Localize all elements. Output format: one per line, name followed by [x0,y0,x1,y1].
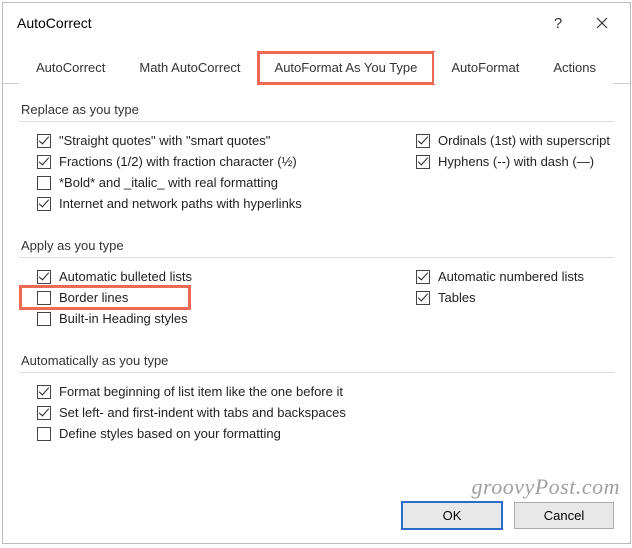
chk-ordinals[interactable]: Ordinals (1st) with superscript [416,130,614,151]
checkbox-icon [37,155,51,169]
ok-button[interactable]: OK [402,502,502,529]
checkbox-icon [416,155,430,169]
tab-actions[interactable]: Actions [536,52,613,84]
divider [19,372,614,373]
chk-hyperlinks[interactable]: Internet and network paths with hyperlin… [19,193,416,214]
section-auto-title: Automatically as you type [21,353,614,368]
checkbox-icon [416,270,430,284]
help-button[interactable]: ? [536,8,580,38]
chk-bulleted-lists[interactable]: Automatic bulleted lists [19,266,416,287]
tab-content: Replace as you type "Straight quotes" wi… [3,84,630,490]
chk-set-indent[interactable]: Set left- and first-indent with tabs and… [19,402,614,423]
tab-autoformat-as-you-type[interactable]: AutoFormat As You Type [258,52,435,84]
chk-bold-italic[interactable]: *Bold* and _italic_ with real formatting [19,172,416,193]
chk-define-styles[interactable]: Define styles based on your formatting [19,423,614,444]
checkbox-icon [37,176,51,190]
checkbox-icon [37,197,51,211]
section-replace-title: Replace as you type [21,102,614,117]
autocorrect-dialog: AutoCorrect ? AutoCorrect Math AutoCorre… [2,2,631,544]
checkbox-icon [37,291,51,305]
chk-fractions[interactable]: Fractions (1/2) with fraction character … [19,151,416,172]
checkbox-icon [416,291,430,305]
cancel-button[interactable]: Cancel [514,502,614,529]
chk-straight-quotes[interactable]: "Straight quotes" with "smart quotes" [19,130,416,151]
section-apply-title: Apply as you type [21,238,614,253]
window-title: AutoCorrect [17,15,536,31]
checkbox-icon [37,385,51,399]
chk-heading-styles[interactable]: Built-in Heading styles [19,308,416,329]
chk-border-lines[interactable]: Border lines [21,287,189,308]
close-button[interactable] [580,8,624,38]
tab-autocorrect[interactable]: AutoCorrect [19,52,122,84]
tab-strip: AutoCorrect Math AutoCorrect AutoFormat … [3,43,630,84]
tab-autoformat[interactable]: AutoFormat [434,52,536,84]
chk-tables[interactable]: Tables [416,287,614,308]
title-bar: AutoCorrect ? [3,3,630,43]
checkbox-icon [37,427,51,441]
chk-numbered-lists[interactable]: Automatic numbered lists [416,266,614,287]
checkbox-icon [416,134,430,148]
button-row: OK Cancel [3,490,630,543]
chk-format-beginning[interactable]: Format beginning of list item like the o… [19,381,614,402]
divider [19,257,614,258]
chk-hyphens[interactable]: Hyphens (--) with dash (—) [416,151,614,172]
checkbox-icon [37,270,51,284]
checkbox-icon [37,134,51,148]
tab-math-autocorrect[interactable]: Math AutoCorrect [122,52,257,84]
checkbox-icon [37,312,51,326]
checkbox-icon [37,406,51,420]
divider [19,121,614,122]
close-icon [596,17,608,29]
